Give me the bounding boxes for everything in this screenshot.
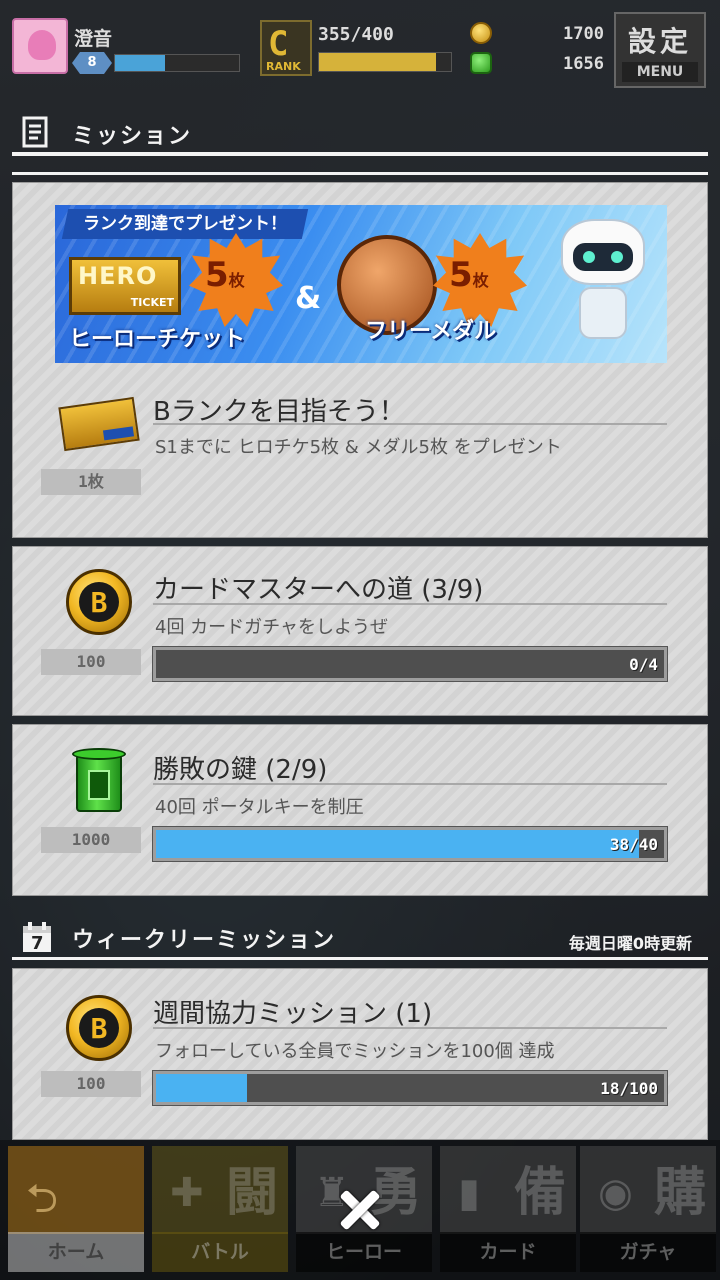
title-underline bbox=[153, 783, 667, 785]
mission-description: 40回 ポータルキーを制圧 bbox=[155, 797, 364, 818]
hero-ticket-reward-icon bbox=[55, 389, 143, 459]
medal-count: 5枚 bbox=[449, 255, 489, 295]
rank-letter: C bbox=[268, 24, 289, 64]
progress-text: 18/100 bbox=[600, 1079, 658, 1098]
section-divider-lower bbox=[12, 172, 708, 175]
progress-fill bbox=[156, 1074, 248, 1102]
reward-quantity: 100 bbox=[41, 649, 141, 675]
gamepad-icon: ✚ bbox=[170, 1170, 204, 1216]
player-level-badge: 8 bbox=[72, 52, 112, 74]
reward-quantity: 1枚 bbox=[41, 469, 141, 495]
banner-ribbon-text: ランク到達でプレゼント！ bbox=[83, 214, 287, 234]
banner-ampersand: & bbox=[295, 281, 322, 316]
green-currency-value: 1656 bbox=[563, 54, 604, 74]
rank-mission-panel[interactable]: ランク到達でプレゼント！ HERO TICKET 5枚 & 5枚 ヒーローチケッ… bbox=[12, 182, 708, 538]
gacha-machine-icon: ◉ bbox=[598, 1170, 633, 1216]
hero-ticket-icon: HERO TICKET bbox=[69, 257, 181, 315]
nav-tab-home[interactable]: ⮌ ホーム bbox=[4, 1144, 148, 1278]
menu-label: MENU bbox=[622, 62, 698, 82]
player-avatar[interactable] bbox=[12, 18, 68, 74]
banner-ribbon: ランク到達でプレゼント！ bbox=[61, 209, 309, 239]
weekly-reset-note: 毎週日曜0時更新 bbox=[568, 934, 692, 953]
nav-tab-label: ホーム bbox=[8, 1232, 144, 1272]
nav-tab-kanji: 備 bbox=[513, 1163, 566, 1223]
mission-progress-bar: 38/40 bbox=[152, 826, 668, 862]
reward-quantity: 1000 bbox=[41, 827, 141, 853]
nav-tab-kanji: 闘 bbox=[225, 1163, 278, 1223]
mission-section-header: ミッション bbox=[12, 114, 708, 156]
progress-text: 0/4 bbox=[629, 655, 658, 674]
mission-title: 勝敗の鍵 (2/9) bbox=[153, 755, 328, 785]
title-underline bbox=[153, 1027, 667, 1029]
top-status-bar: 澄音 8 C RANK 355/400 1700 1656 設定 MENU bbox=[0, 0, 720, 90]
mission-title: カードマスターへの道 (3/9) bbox=[153, 575, 484, 605]
hero-ticket-subtitle: TICKET bbox=[130, 296, 174, 309]
document-icon bbox=[20, 116, 54, 150]
ticket-count: 5枚 bbox=[205, 255, 245, 295]
rank-badge: C RANK bbox=[260, 20, 312, 76]
calendar-day: 7 bbox=[31, 933, 44, 954]
progress-text: 38/40 bbox=[609, 835, 658, 854]
mission-description: フォローしている全員でミッションを100個 達成 bbox=[155, 1041, 555, 1062]
back-arrow-icon: ⮌ bbox=[26, 1176, 59, 1222]
rank-label: RANK bbox=[266, 60, 301, 73]
rank-progress-bar bbox=[318, 52, 452, 72]
nav-tab-card[interactable]: ▮ 備 カード bbox=[436, 1144, 580, 1278]
b-coin-icon: B bbox=[55, 567, 143, 637]
mission-progress-bar: 18/100 bbox=[152, 1070, 668, 1106]
gold-coin-icon bbox=[470, 22, 492, 44]
mission-description: S1までに ヒロチケ5枚 & メダル5枚 をプレゼント bbox=[155, 437, 562, 458]
mission-description: 4回 カードガチャをしようぜ bbox=[155, 617, 388, 638]
mission-portal-key[interactable]: 1000 勝敗の鍵 (2/9) 40回 ポータルキーを制圧 38/40 bbox=[12, 724, 708, 896]
calendar-icon: 7 bbox=[20, 920, 54, 954]
mission-card-gacha[interactable]: B 100 カードマスターへの道 (3/9) 4回 カードガチャをしようぜ 0/… bbox=[12, 546, 708, 716]
rank-points: 355/400 bbox=[318, 24, 394, 45]
robot-mascot bbox=[541, 209, 661, 355]
free-medal-caption: フリーメダル bbox=[365, 319, 497, 344]
mission-section-title: ミッション bbox=[72, 124, 193, 149]
progress-fill bbox=[156, 830, 639, 858]
player-exp-bar bbox=[114, 54, 240, 72]
green-key-icon bbox=[470, 52, 492, 74]
nav-tab-kanji: 購 bbox=[653, 1163, 706, 1223]
b-coin-icon: B bbox=[55, 993, 143, 1063]
weekly-section-title: ウィークリーミッション bbox=[72, 928, 337, 953]
menu-button[interactable]: 設定 MENU bbox=[614, 12, 706, 88]
hero-ticket-title: HERO bbox=[78, 262, 158, 290]
player-exp-fill bbox=[115, 55, 165, 71]
nav-tab-label: バトル bbox=[152, 1232, 288, 1272]
green-can-icon bbox=[55, 747, 143, 817]
mission-title: 週間協力ミッション (1) bbox=[153, 999, 433, 1029]
rank-progress-fill bbox=[319, 53, 437, 71]
weekly-section-header: 7 ウィークリーミッション 毎週日曜0時更新 bbox=[12, 918, 708, 960]
card-icon: ▮ bbox=[458, 1170, 481, 1216]
menu-kanji: 設定 bbox=[627, 25, 692, 58]
reward-quantity: 100 bbox=[41, 1071, 141, 1097]
nav-tab-label: ガチャ bbox=[580, 1232, 716, 1272]
player-name: 澄音 bbox=[74, 28, 113, 50]
weekly-mission-coop[interactable]: B 100 週間協力ミッション (1) フォローしている全員でミッションを100… bbox=[12, 968, 708, 1140]
nav-tab-label: カード bbox=[440, 1232, 576, 1272]
nav-tab-gacha[interactable]: ◉ 購 ガチャ bbox=[576, 1144, 720, 1278]
nav-tab-battle[interactable]: ✚ 闘 バトル bbox=[148, 1144, 292, 1278]
section-divider bbox=[12, 957, 708, 960]
section-divider bbox=[12, 152, 708, 156]
hero-ticket-caption: ヒーローチケット bbox=[69, 327, 246, 352]
title-underline bbox=[153, 603, 667, 605]
close-icon[interactable] bbox=[330, 1180, 390, 1240]
gold-currency-value: 1700 bbox=[563, 24, 604, 44]
rank-reward-banner: ランク到達でプレゼント！ HERO TICKET 5枚 & 5枚 ヒーローチケッ… bbox=[55, 205, 667, 363]
title-underline bbox=[153, 423, 667, 425]
mission-progress-bar: 0/4 bbox=[152, 646, 668, 682]
